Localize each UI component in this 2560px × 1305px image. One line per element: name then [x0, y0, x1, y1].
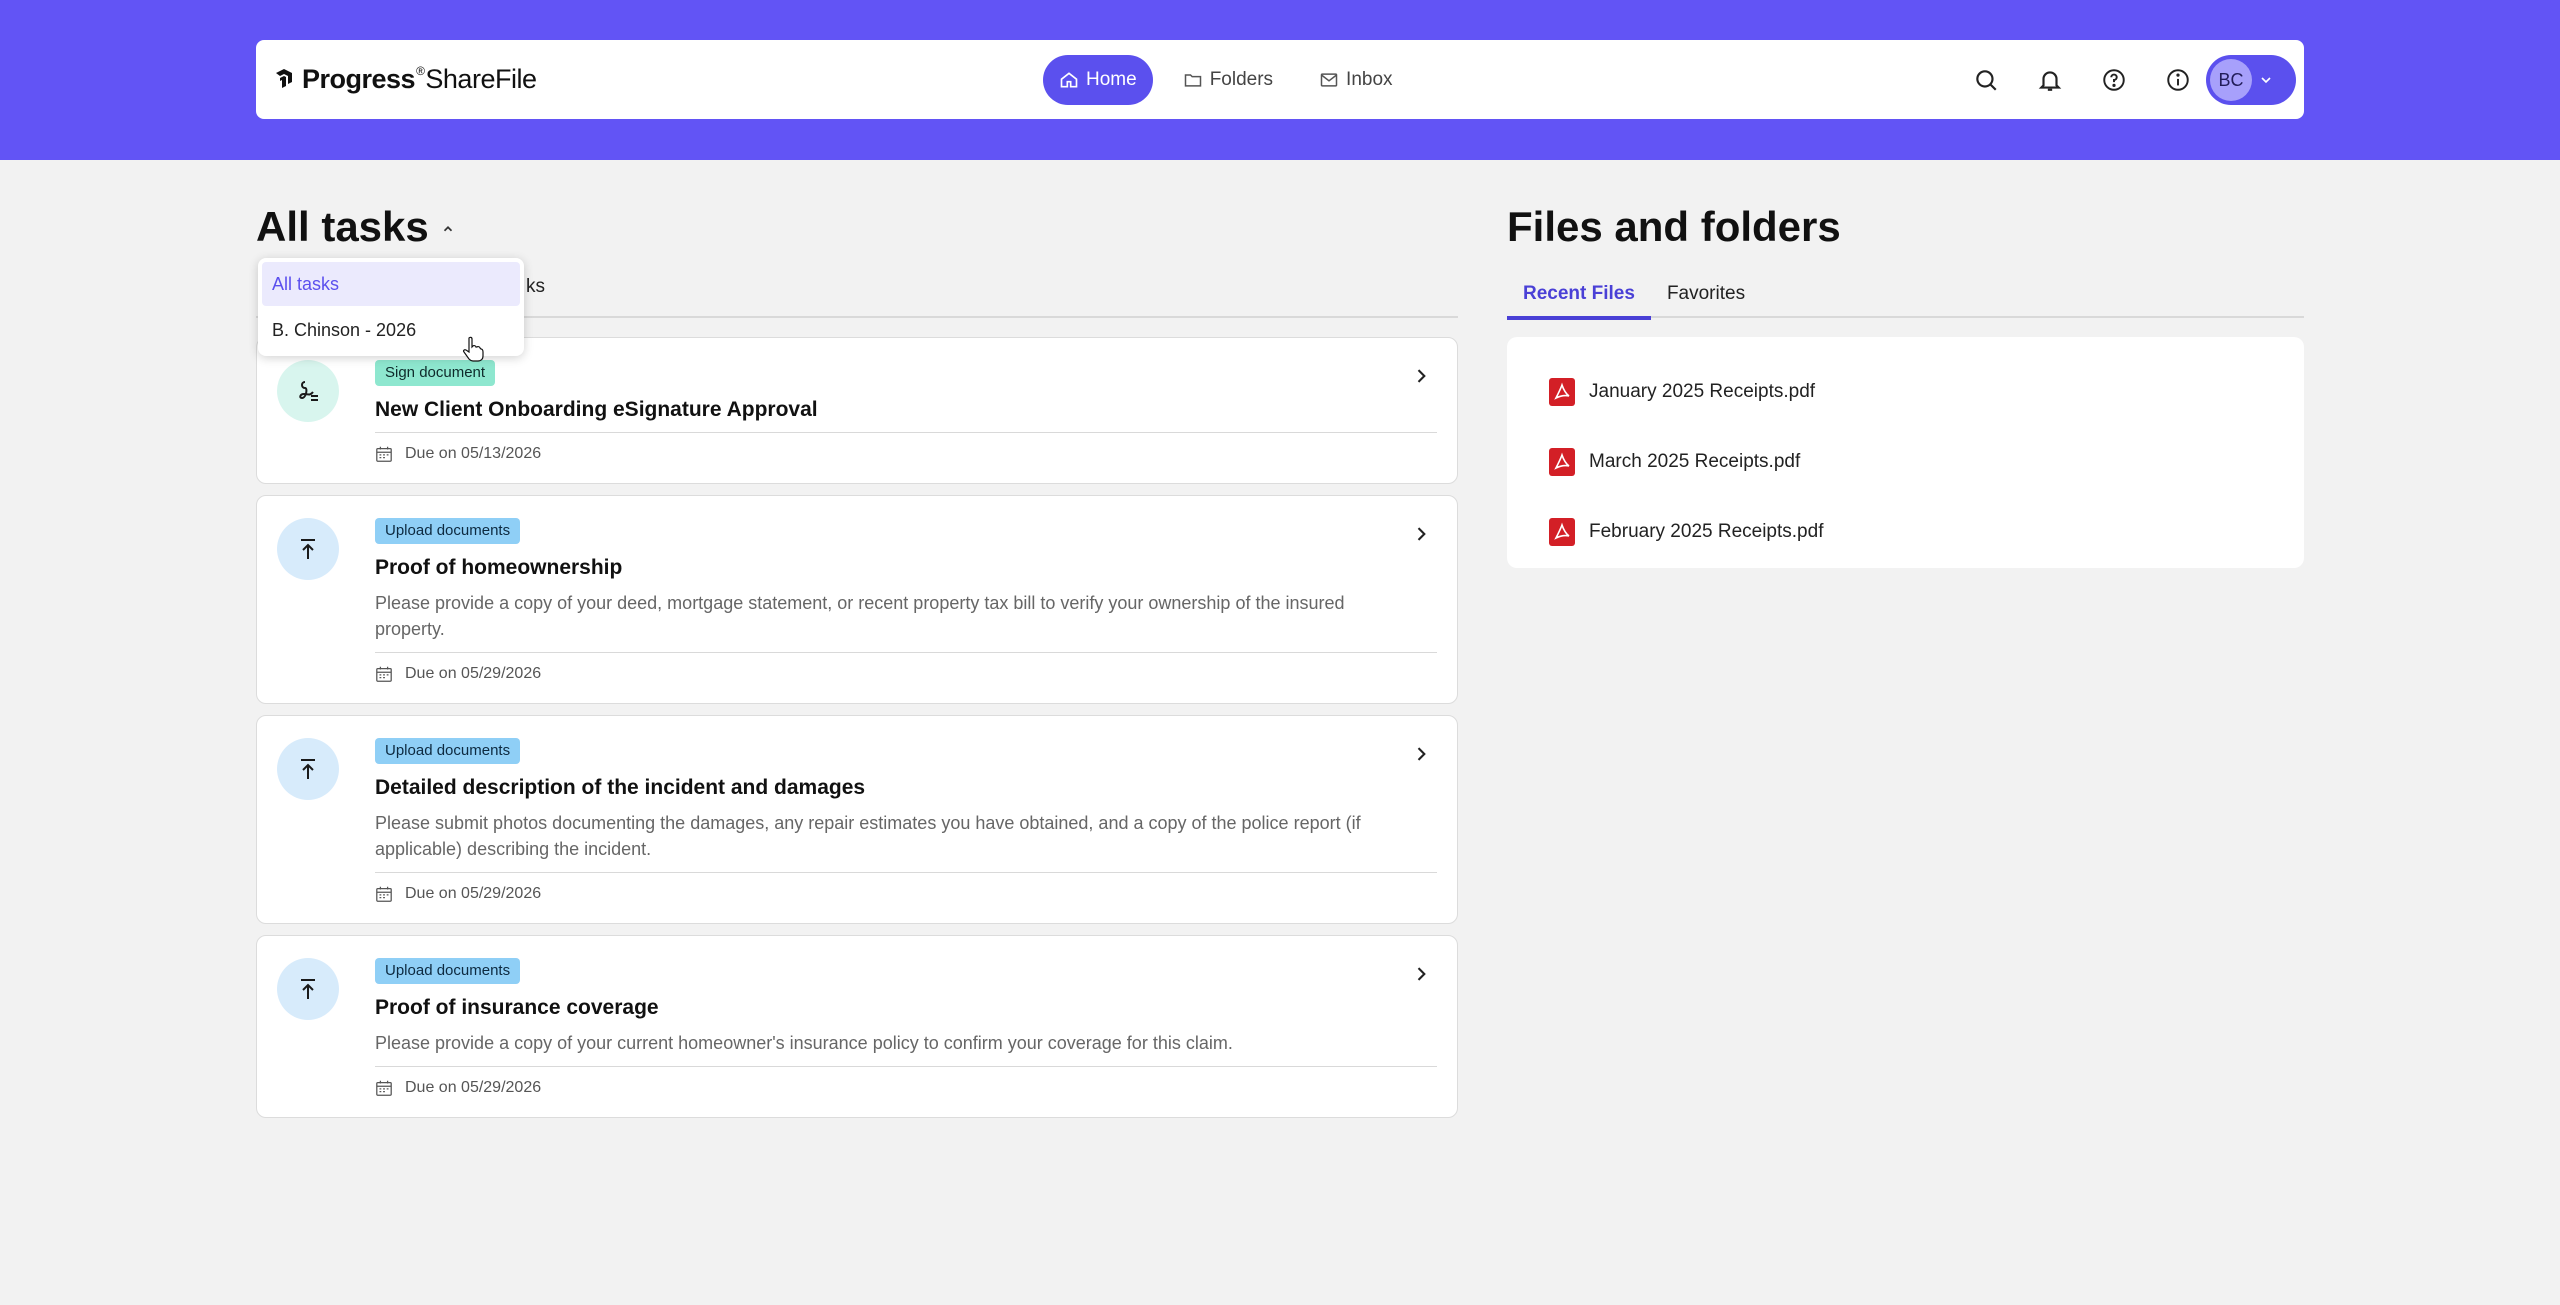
task-type-icon	[277, 738, 339, 800]
upload-icon	[301, 979, 315, 999]
nav-home[interactable]: Home	[1043, 55, 1153, 105]
chevron-right-icon	[1417, 967, 1426, 981]
chevron-down-icon	[2261, 77, 2271, 84]
task-card[interactable]: Upload documents Proof of homeownership …	[256, 495, 1458, 704]
info-button[interactable]	[2164, 66, 2192, 94]
task-description: Please submit photos documenting the dam…	[375, 813, 1361, 859]
nav-inbox[interactable]: Inbox	[1303, 55, 1408, 105]
upload-icon	[301, 539, 315, 559]
nav-folders-label: Folders	[1209, 69, 1274, 90]
nav-inbox-label: Inbox	[1346, 69, 1393, 90]
task-card[interactable]: Upload documents Proof of insurance cove…	[256, 935, 1458, 1118]
upload-icon	[301, 759, 315, 779]
file-name: February 2025 Receipts.pdf	[1589, 521, 1824, 542]
task-type-badge: Sign document	[375, 360, 496, 386]
calendar-icon	[376, 666, 392, 682]
file-name: January 2025 Receipts.pdf	[1589, 381, 1816, 402]
file-item[interactable]: January 2025 Receipts.pdf	[1507, 357, 2304, 427]
avatar: BC	[2210, 59, 2252, 101]
task-title: Proof of insurance coverage	[375, 996, 659, 1019]
chevron-right-icon	[1417, 369, 1426, 383]
home-icon	[1060, 72, 1078, 88]
pdf-icon	[1549, 448, 1575, 476]
task-type-icon	[277, 518, 339, 580]
files-tabs: Recent Files Favorites	[1507, 270, 2304, 320]
logo[interactable]: Progress®ShareFile	[272, 40, 537, 119]
task-type-icon	[277, 958, 339, 1020]
files-section-title: Files and folders	[1507, 203, 1841, 250]
task-title: Proof of homeownership	[375, 556, 623, 579]
app-header: Progress®ShareFile Home Folders Inbox BC	[256, 40, 2304, 119]
task-due-row: Due on 05/13/2026	[375, 432, 1437, 463]
bell-icon	[2038, 70, 2062, 91]
page-title: All tasks	[256, 203, 429, 250]
logo-text-secondary: ShareFile	[425, 64, 537, 94]
task-type-badge: Upload documents	[375, 518, 521, 544]
dropdown-option-all-tasks[interactable]: All tasks	[262, 262, 520, 306]
pdf-icon	[1549, 378, 1575, 406]
task-due-date: Due on 05/13/2026	[405, 445, 542, 462]
task-filter-dropdown: All tasks B. Chinson - 2026	[258, 258, 524, 356]
nav-home-label: Home	[1086, 69, 1137, 90]
task-description: Please provide a copy of your current ho…	[375, 1033, 1233, 1053]
account-menu-button[interactable]: BC	[2206, 55, 2296, 105]
logo-trademark: ®	[416, 64, 425, 78]
calendar-icon	[376, 886, 392, 902]
search-icon	[1976, 69, 1997, 91]
task-title: Detailed description of the incident and…	[375, 776, 866, 799]
header-actions	[1972, 40, 2192, 119]
task-type-badge: Upload documents	[375, 958, 521, 984]
task-due-date: Due on 05/29/2026	[405, 1079, 542, 1096]
task-due-row: Due on 05/29/2026	[375, 1066, 1437, 1097]
task-type-icon	[277, 360, 339, 422]
task-due-date: Due on 05/29/2026	[405, 885, 542, 902]
pdf-icon	[1549, 518, 1575, 546]
tab-recent-files[interactable]: Recent Files	[1507, 270, 1651, 320]
task-due-row: Due on 05/29/2026	[375, 652, 1437, 683]
mail-icon	[1320, 73, 1338, 87]
task-card[interactable]: Sign document New Client Onboarding eSig…	[256, 337, 1458, 484]
task-list: Sign document New Client Onboarding eSig…	[256, 337, 1458, 1129]
tab-partially-hidden[interactable]: ks	[526, 276, 545, 298]
task-filter-toggle[interactable]: All tasks	[256, 200, 455, 254]
hand-cursor-icon	[463, 336, 484, 362]
task-due-date: Due on 05/29/2026	[405, 665, 542, 682]
chevron-right-icon	[1417, 527, 1426, 541]
main-nav: Home Folders Inbox	[1043, 55, 1409, 105]
tab-favorites[interactable]: Favorites	[1651, 270, 1761, 318]
folder-icon	[1184, 74, 1201, 87]
nav-folders[interactable]: Folders	[1167, 55, 1289, 105]
logo-text-primary: Progress	[302, 64, 416, 94]
file-item[interactable]: February 2025 Receipts.pdf	[1507, 497, 2304, 567]
task-due-row: Due on 05/29/2026	[375, 872, 1437, 903]
task-title: New Client Onboarding eSignature Approva…	[375, 398, 818, 421]
help-button[interactable]	[2100, 66, 2128, 94]
task-description: Please provide a copy of your deed, mort…	[375, 593, 1345, 639]
task-card[interactable]: Upload documents Detailed description of…	[256, 715, 1458, 924]
signature-icon	[299, 381, 318, 401]
progress-logo-icon	[276, 68, 292, 88]
info-icon	[2167, 68, 2189, 91]
chevron-right-icon	[1417, 747, 1426, 761]
search-button[interactable]	[1972, 66, 2000, 94]
file-item[interactable]: March 2025 Receipts.pdf	[1507, 427, 2304, 497]
recent-files-list: January 2025 Receipts.pdf March 2025 Rec…	[1507, 337, 2304, 568]
chevron-up-icon	[443, 226, 452, 232]
task-type-badge: Upload documents	[375, 738, 521, 764]
help-icon	[2103, 68, 2125, 91]
calendar-icon	[376, 1080, 392, 1096]
notifications-button[interactable]	[2036, 66, 2064, 94]
calendar-icon	[376, 446, 392, 462]
file-name: March 2025 Receipts.pdf	[1589, 451, 1801, 472]
